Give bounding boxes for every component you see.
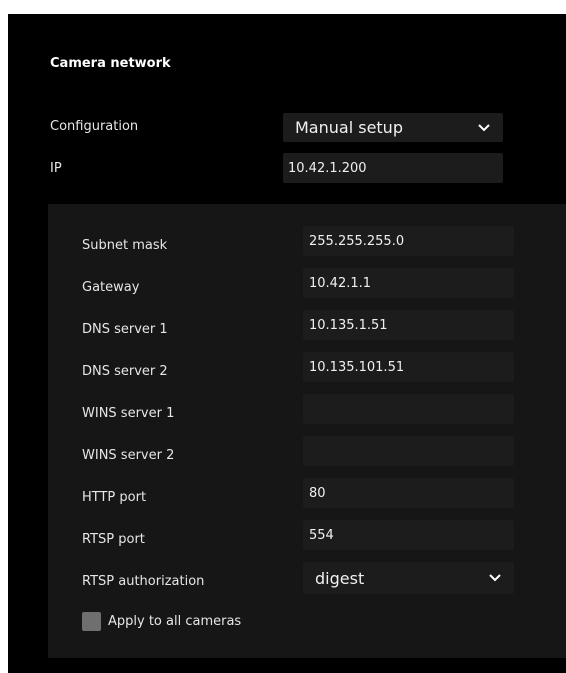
ip-input[interactable]: 10.42.1.200 (283, 153, 503, 183)
configuration-select[interactable]: Manual setup (283, 113, 503, 142)
chevron-down-icon (478, 123, 490, 131)
apply-all-checkbox[interactable] (82, 612, 101, 631)
dns-server-1-label: DNS server 1 (82, 322, 168, 337)
advanced-settings-panel: Subnet mask 255.255.255.0 Gateway 10.42.… (48, 204, 566, 658)
http-port-input[interactable]: 80 (303, 478, 514, 508)
gateway-label: Gateway (82, 280, 140, 295)
http-port-label: HTTP port (82, 490, 147, 505)
wins-server-2-input[interactable] (303, 436, 514, 466)
subnet-mask-input[interactable]: 255.255.255.0 (303, 226, 514, 256)
wins-server-1-label: WINS server 1 (82, 406, 175, 421)
rtsp-port-input[interactable]: 554 (303, 520, 514, 550)
subnet-mask-label: Subnet mask (82, 238, 168, 253)
configuration-value: Manual setup (295, 118, 403, 137)
camera-network-panel: Camera network Configuration Manual setu… (8, 14, 566, 673)
wins-server-2-label: WINS server 2 (82, 448, 175, 463)
configuration-label: Configuration (50, 119, 139, 134)
gateway-input[interactable]: 10.42.1.1 (303, 268, 514, 298)
wins-server-1-input[interactable] (303, 394, 514, 424)
ip-label: IP (50, 161, 62, 176)
rtsp-authorization-value: digest (315, 568, 365, 588)
rtsp-authorization-select[interactable]: digest (303, 562, 514, 594)
dns-server-2-label: DNS server 2 (82, 364, 168, 379)
rtsp-port-label: RTSP port (82, 532, 145, 547)
rtsp-authorization-label: RTSP authorization (82, 574, 205, 589)
dns-server-1-input[interactable]: 10.135.1.51 (303, 310, 514, 340)
dns-server-2-input[interactable]: 10.135.101.51 (303, 352, 514, 382)
section-title: Camera network (50, 56, 171, 71)
chevron-down-icon (489, 574, 501, 582)
apply-all-label[interactable]: Apply to all cameras (108, 614, 241, 629)
